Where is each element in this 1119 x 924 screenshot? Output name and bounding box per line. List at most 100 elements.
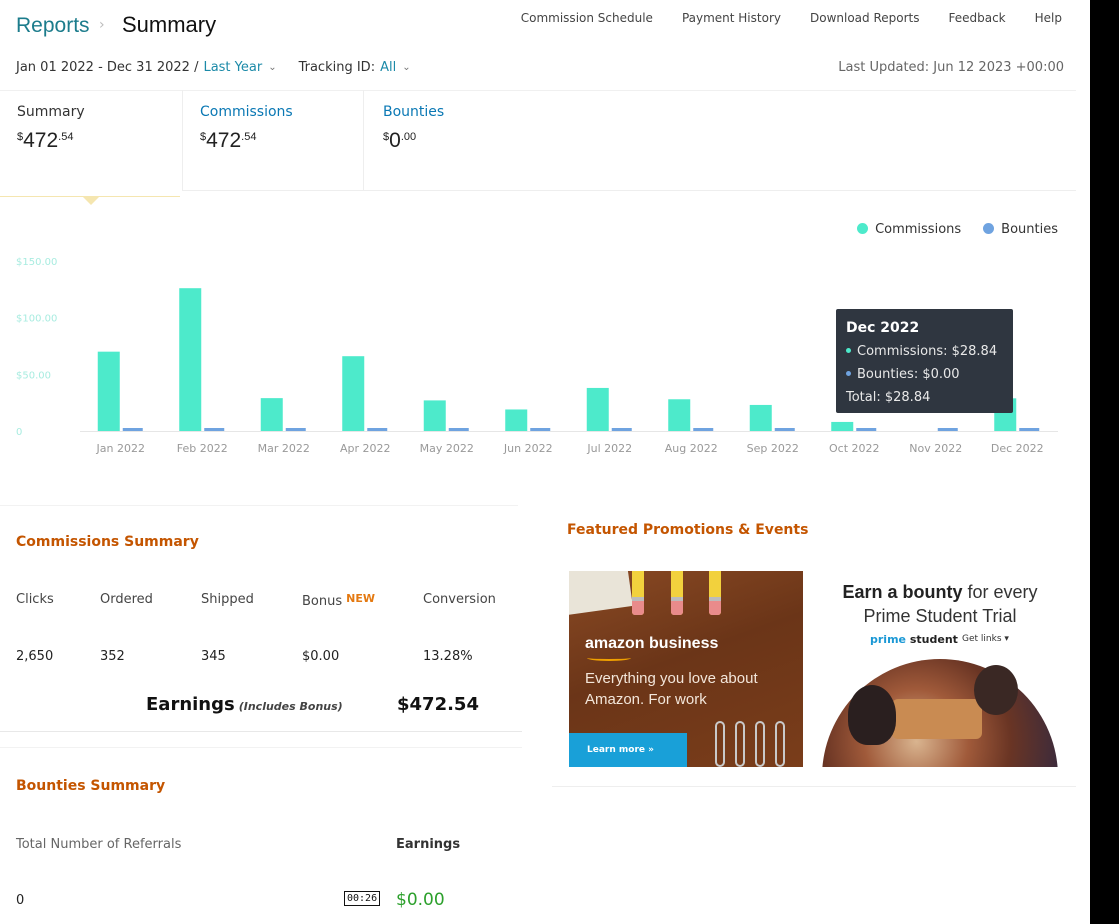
nav-payment-history[interactable]: Payment History xyxy=(682,11,781,25)
referrals-value: 0 xyxy=(16,893,25,908)
get-links-button[interactable]: Get links ▾ xyxy=(962,634,1009,644)
bar-bounties[interactable] xyxy=(937,428,958,431)
tab-commissions[interactable]: Commissions $472.54 xyxy=(200,104,293,153)
tooltip-bounties: Bounties: $0.00 xyxy=(846,363,1003,386)
tab-amount: $472.54 xyxy=(200,129,257,152)
bar-bounties[interactable] xyxy=(774,428,795,431)
promo-text: Everything you love about Amazon. For wo… xyxy=(585,670,758,708)
bar-commissions[interactable] xyxy=(586,387,609,431)
bar-commissions[interactable] xyxy=(423,400,446,431)
divider xyxy=(363,90,364,190)
bar-bounties[interactable] xyxy=(367,428,388,431)
bounties-summary-title: Bounties Summary xyxy=(16,778,166,794)
page: Reports › Summary Commission Schedule Pa… xyxy=(0,0,1090,924)
bar-commissions[interactable] xyxy=(831,421,854,431)
header-ordered: Ordered xyxy=(100,592,153,607)
bar-bounties[interactable] xyxy=(530,428,551,431)
earnings-label: Earnings (Includes Bonus) xyxy=(146,694,343,715)
x-tick-label: Dec 2022 xyxy=(991,442,1044,455)
divider xyxy=(0,731,522,732)
bar-bounties[interactable] xyxy=(122,428,143,431)
learn-more-button[interactable]: Learn more » xyxy=(569,733,687,767)
x-tick-label: Nov 2022 xyxy=(909,442,962,455)
breadcrumb-reports[interactable]: Reports xyxy=(16,14,90,38)
y-tick-label: 0 xyxy=(16,427,22,438)
value-clicks: 2,650 xyxy=(16,649,54,664)
bounties-earnings-label: Earnings xyxy=(396,837,461,852)
nav-help[interactable]: Help xyxy=(1035,11,1062,25)
tab-summary[interactable]: Summary $472.54 xyxy=(17,104,85,153)
pencil-graphic xyxy=(709,571,721,615)
commissions-summary-title: Commissions Summary xyxy=(16,534,199,550)
header-clicks: Clicks xyxy=(16,592,54,607)
bar-bounties[interactable] xyxy=(611,428,632,431)
bar-bounties[interactable] xyxy=(204,428,225,431)
bar-commissions[interactable] xyxy=(749,404,772,431)
bar-commissions[interactable] xyxy=(505,409,528,431)
x-tick-label: Mar 2022 xyxy=(258,442,310,455)
tab-label: Commissions xyxy=(200,104,293,120)
filter-row: Jan 01 2022 - Dec 31 2022 / Last Year ⌄ … xyxy=(16,60,411,75)
x-tick-label: May 2022 xyxy=(420,442,474,455)
divider xyxy=(182,90,183,190)
header-bonus: Bonus NEW xyxy=(302,592,375,609)
paper-graphic xyxy=(569,571,633,616)
bar-commissions[interactable] xyxy=(97,351,120,431)
bar-bounties[interactable] xyxy=(1019,428,1040,431)
bar-bounties[interactable] xyxy=(856,428,877,431)
header-conversion: Conversion xyxy=(423,592,496,607)
time-badge: 00:26 xyxy=(344,891,381,906)
nav-commission-schedule[interactable]: Commission Schedule xyxy=(521,11,653,25)
referrals-label: Total Number of Referrals xyxy=(16,837,182,852)
new-badge: NEW xyxy=(346,592,375,605)
divider xyxy=(0,90,1076,91)
value-bonus: $0.00 xyxy=(302,649,340,664)
chevron-down-icon[interactable]: ⌄ xyxy=(268,62,276,73)
chart-tooltip: Dec 2022 Commissions: $28.84 Bounties: $… xyxy=(836,309,1013,413)
x-tick-label: Sep 2022 xyxy=(747,442,799,455)
last-updated: Last Updated: Jun 12 2023 +00:00 xyxy=(838,60,1064,75)
bar-commissions[interactable] xyxy=(668,399,691,431)
chevron-down-icon[interactable]: ⌄ xyxy=(402,62,410,73)
scrollbar-area xyxy=(1076,0,1090,924)
period-dropdown[interactable]: Last Year xyxy=(203,60,262,75)
bar-bounties[interactable] xyxy=(448,428,469,431)
value-ordered: 352 xyxy=(100,649,125,664)
paperclip-graphic xyxy=(715,721,725,767)
y-tick-label: $150.00 xyxy=(16,257,57,268)
promo-headline: Earn a bounty for every Prime Student Tr… xyxy=(842,582,1038,626)
x-tick-label: Jan 2022 xyxy=(96,442,145,455)
tracking-dropdown[interactable]: All xyxy=(380,60,396,75)
promo-brand: amazon business xyxy=(585,635,719,652)
y-tick-label: $100.00 xyxy=(16,314,57,325)
nav-download-reports[interactable]: Download Reports xyxy=(810,11,920,25)
bar-commissions[interactable] xyxy=(179,288,202,431)
tab-label: Summary xyxy=(17,104,85,120)
bar-commissions[interactable] xyxy=(342,356,365,431)
pencil-graphic xyxy=(632,571,644,615)
smile-logo-icon xyxy=(587,655,631,661)
divider xyxy=(182,190,1076,191)
bounties-earnings-value: $0.00 xyxy=(396,890,445,910)
nav-feedback[interactable]: Feedback xyxy=(948,11,1005,25)
value-shipped: 345 xyxy=(201,649,226,664)
tooltip-commissions: Commissions: $28.84 xyxy=(846,340,1003,363)
paperclip-graphic xyxy=(755,721,765,767)
bar-bounties[interactable] xyxy=(693,428,714,431)
tab-bounties[interactable]: Bounties $0.00 xyxy=(383,104,444,153)
x-tick-label: Aug 2022 xyxy=(665,442,718,455)
promotions-title: Featured Promotions & Events xyxy=(567,522,809,538)
students-photo xyxy=(822,659,1058,767)
divider xyxy=(0,747,522,748)
x-tick-label: Jun 2022 xyxy=(503,442,553,455)
bar-commissions[interactable] xyxy=(260,398,283,431)
promo-amazon-business[interactable]: amazon business Everything you love abou… xyxy=(569,571,803,767)
bar-bounties[interactable] xyxy=(285,428,306,431)
promo-prime-student[interactable]: Earn a bounty for every Prime Student Tr… xyxy=(822,571,1058,767)
prime-student-logo: prime student xyxy=(870,633,958,646)
paperclip-graphic xyxy=(775,721,785,767)
pencil-graphic xyxy=(671,571,683,615)
y-tick-label: $50.00 xyxy=(16,370,51,381)
value-conversion: 13.28% xyxy=(423,649,473,664)
paperclip-graphic xyxy=(735,721,745,767)
